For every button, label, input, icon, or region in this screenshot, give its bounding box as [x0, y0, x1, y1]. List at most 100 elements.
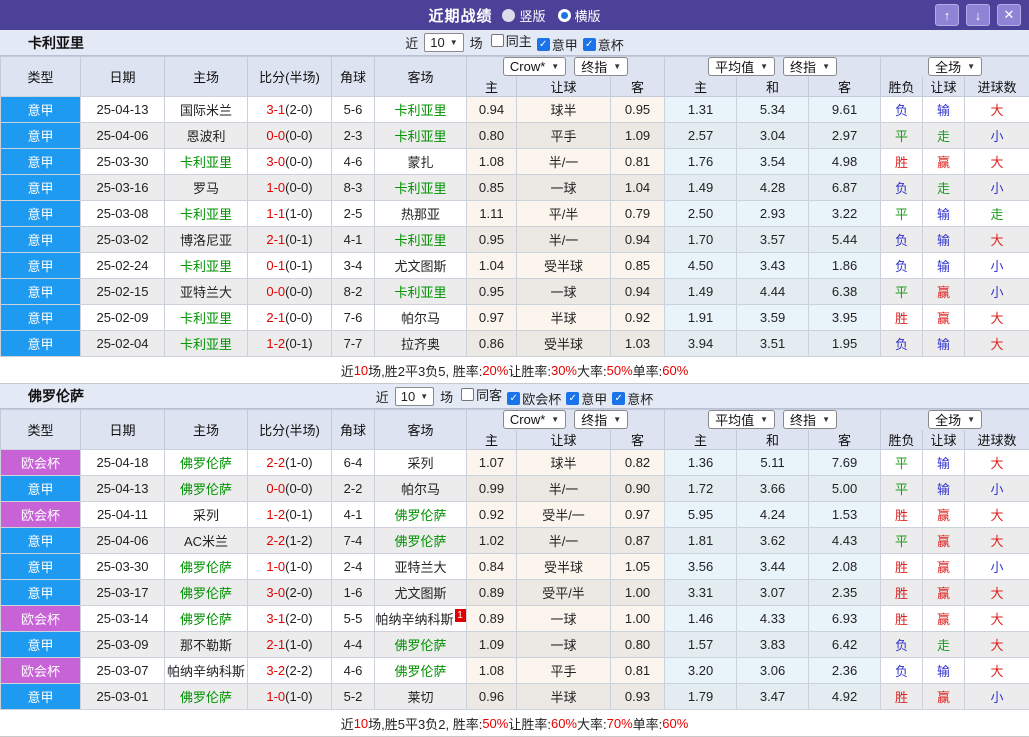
col-header-date: 日期 [81, 410, 165, 450]
chevron-down-icon: ▼ [760, 415, 768, 424]
close-button[interactable]: ✕ [997, 4, 1021, 26]
cell-avg-away: 1.86 [809, 253, 881, 279]
filter-bar: 近 10 ▼ 场 同客✓欧会杯✓意甲✓意杯 [376, 385, 653, 408]
cell-odds-home: 1.09 [467, 632, 517, 658]
cell-result-outcome: 负 [881, 175, 923, 201]
cell-avg-home: 2.50 [665, 201, 737, 227]
bookmaker-select[interactable]: Crow*▼ [503, 57, 566, 76]
match-row: 欧会杯25-04-11采列1-2(0-1)4-1佛罗伦萨0.92受半/一0.97… [1, 502, 1029, 528]
summary-segment: 场,胜2平3负5, 胜率: [368, 361, 482, 380]
cell-result-handicap: 走 [923, 175, 965, 201]
cell-odds-home: 0.95 [467, 227, 517, 253]
filter-checkbox[interactable]: ✓欧会杯 [507, 389, 561, 408]
col-header-away: 客场 [375, 410, 467, 450]
cell-score: 0-1(0-1) [248, 253, 332, 279]
cell-result-goals: 大 [965, 502, 1029, 528]
filter-checkbox[interactable]: ✓意杯 [612, 389, 653, 408]
cell-odds-away: 1.04 [611, 175, 665, 201]
cell-result-handicap: 输 [923, 658, 965, 684]
cell-score: 0-0(0-0) [248, 476, 332, 502]
cell-date: 25-04-13 [81, 476, 165, 502]
cell-odds-away: 1.00 [611, 606, 665, 632]
cell-odds-away: 0.94 [611, 227, 665, 253]
cell-avg-away: 6.93 [809, 606, 881, 632]
move-up-button[interactable]: ↑ [935, 4, 959, 26]
scope-select[interactable]: 全场▼ [928, 410, 982, 429]
cell-result-goals: 小 [965, 684, 1029, 710]
cell-away-team: 卡利亚里 [375, 279, 467, 305]
filter-checkbox[interactable]: 同主 [491, 31, 532, 50]
recent-count-select[interactable]: 10 ▼ [395, 387, 434, 406]
final-odds-select[interactable]: 终指▼ [574, 410, 628, 429]
cell-result-outcome: 胜 [881, 305, 923, 331]
cell-avg-home: 3.56 [665, 554, 737, 580]
summary-fiorentina: 近10场,胜5平3负2, 胜率:50% 让胜率:60% 大率:70% 单率:60… [0, 710, 1029, 737]
cell-date: 25-04-18 [81, 450, 165, 476]
sub-header-result-goals: 进球数 [965, 77, 1029, 97]
filter-checkbox[interactable]: ✓意杯 [583, 35, 624, 54]
match-row: 欧会杯25-03-14佛罗伦萨3-1(2-0)5-5帕纳辛纳科斯10.89一球1… [1, 606, 1029, 632]
cell-date: 25-03-08 [81, 201, 165, 227]
radio-unselected-icon [502, 9, 515, 22]
result-group-header: 全场▼ [881, 410, 1029, 430]
cell-score: 3-2(2-2) [248, 658, 332, 684]
col-header-away: 客场 [375, 57, 467, 97]
checkbox-label: 意杯 [598, 35, 624, 54]
cell-odds-handicap: 受半球 [517, 331, 611, 357]
filter-checkbox[interactable]: ✓意甲 [566, 389, 607, 408]
cell-result-outcome: 平 [881, 201, 923, 227]
cell-avg-draw: 3.04 [737, 123, 809, 149]
cell-avg-draw: 4.28 [737, 175, 809, 201]
radio-horizontal-layout[interactable]: 横版 [558, 6, 601, 25]
final-odds-select[interactable]: 终指▼ [574, 57, 628, 76]
cell-corner: 5-5 [332, 606, 375, 632]
cell-odds-handicap: 受半球 [517, 253, 611, 279]
recent-count-value: 10 [430, 35, 444, 50]
col-header-corner: 角球 [332, 57, 375, 97]
recent-count-select[interactable]: 10 ▼ [424, 33, 463, 52]
checkbox-label: 意甲 [552, 35, 578, 54]
odds-group-header: Crow*▼ 终指▼ [467, 410, 665, 430]
average-final-select[interactable]: 终指▼ [783, 410, 837, 429]
col-header-score: 比分(半场) [248, 57, 332, 97]
cell-avg-home: 4.50 [665, 253, 737, 279]
cell-odds-handicap: 受半球 [517, 554, 611, 580]
cell-league: 意甲 [1, 175, 81, 201]
average-final-select[interactable]: 终指▼ [783, 57, 837, 76]
bookmaker-select[interactable]: Crow*▼ [503, 410, 566, 429]
matches-table-fiorentina: 类型 日期 主场 比分(半场) 角球 客场 Crow*▼ 终指▼ 平均值▼ 终指… [0, 409, 1029, 710]
cell-avg-away: 2.35 [809, 580, 881, 606]
sub-header-result-outcome: 胜负 [881, 77, 923, 97]
average-select[interactable]: 平均值▼ [708, 57, 775, 76]
cell-away-team: 帕尔马 [375, 305, 467, 331]
radio-vertical-layout[interactable]: 竖版 [502, 6, 545, 25]
cell-score: 2-2(1-2) [248, 528, 332, 554]
chevron-down-icon: ▼ [613, 62, 621, 71]
summary-cagliari: 近10场,胜2平3负5, 胜率:20% 让胜率:30% 大率:50% 单率:60… [0, 357, 1029, 384]
move-down-button[interactable]: ↓ [966, 4, 990, 26]
cell-home-team: 佛罗伦萨 [165, 606, 248, 632]
cell-odds-handicap: 一球 [517, 606, 611, 632]
cell-away-team: 莱切 [375, 684, 467, 710]
cell-odds-handicap: 球半 [517, 450, 611, 476]
cell-result-goals: 小 [965, 279, 1029, 305]
scope-select[interactable]: 全场▼ [928, 57, 982, 76]
cell-result-outcome: 胜 [881, 684, 923, 710]
checkbox-checked-icon: ✓ [566, 392, 579, 405]
cell-league: 意甲 [1, 123, 81, 149]
filter-checkbox[interactable]: 同客 [461, 385, 502, 404]
filter-checkbox[interactable]: ✓意甲 [537, 35, 578, 54]
cell-avg-draw: 3.57 [737, 227, 809, 253]
radio-selected-icon [558, 9, 571, 22]
cell-avg-away: 5.44 [809, 227, 881, 253]
cell-league: 意甲 [1, 476, 81, 502]
cell-corner: 8-3 [332, 175, 375, 201]
summary-segment: 让胜率: [508, 714, 551, 733]
cell-odds-handicap: 半球 [517, 684, 611, 710]
cell-result-goals: 小 [965, 123, 1029, 149]
cell-odds-home: 0.97 [467, 305, 517, 331]
cell-league: 意甲 [1, 253, 81, 279]
cell-score: 2-1(0-1) [248, 227, 332, 253]
average-select[interactable]: 平均值▼ [708, 410, 775, 429]
cell-score: 3-1(2-0) [248, 97, 332, 123]
